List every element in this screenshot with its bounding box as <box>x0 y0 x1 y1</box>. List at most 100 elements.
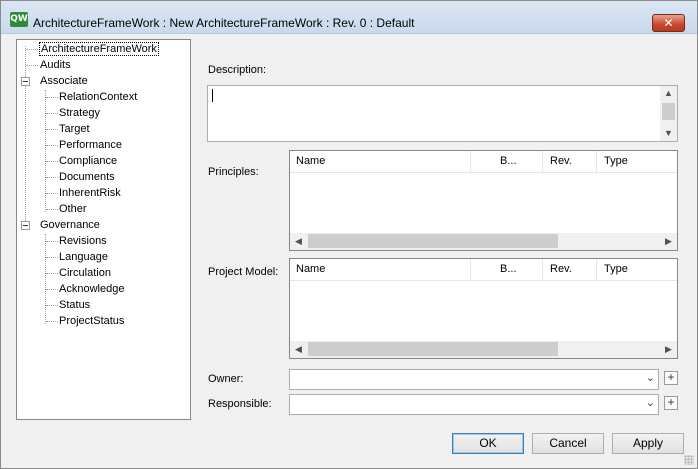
tree-connector <box>46 321 58 322</box>
scroll-left-icon[interactable]: ◀ <box>290 236 307 247</box>
responsible-combobox[interactable]: ⌄ <box>289 394 659 415</box>
tree-item-label: Governance <box>40 219 100 231</box>
column-separator <box>596 259 597 281</box>
tree-item-inherentrisk[interactable]: InherentRisk <box>59 185 121 201</box>
owner-label: Owner: <box>208 373 244 385</box>
tree-item-label: Documents <box>59 171 115 183</box>
tree-item-label: Status <box>59 299 91 311</box>
tree-connector <box>26 49 38 50</box>
tree-item-status[interactable]: Status <box>59 297 90 313</box>
tree-connector <box>46 129 58 130</box>
description-label: Description: <box>208 64 267 76</box>
tree-item-relationcontext[interactable]: RelationContext <box>59 89 137 105</box>
tree-item-language[interactable]: Language <box>59 249 108 265</box>
tree-connector <box>26 65 38 66</box>
tree-connector <box>46 257 58 258</box>
principles-grid[interactable]: Name B... Rev. Type ◀ ▶ <box>289 150 678 251</box>
principles-hscrollbar[interactable]: ◀ ▶ <box>290 233 677 250</box>
tree-item-circulation[interactable]: Circulation <box>59 265 111 281</box>
tree-item-target[interactable]: Target <box>59 121 90 137</box>
grid-header: Name B... Rev. Type <box>290 151 677 173</box>
grid-header: Name B... Rev. Type <box>290 259 677 281</box>
tree-item-architectureframework[interactable]: ArchitectureFrameWork <box>39 41 159 57</box>
column-header-type[interactable]: Type <box>604 263 628 275</box>
chevron-down-icon[interactable]: ⌄ <box>646 396 655 409</box>
tree-connector <box>46 209 58 210</box>
add-responsible-button[interactable]: + <box>664 396 678 410</box>
tree-item-performance[interactable]: Performance <box>59 137 122 153</box>
tree-item-label: Revisions <box>59 235 107 247</box>
ok-button[interactable]: OK <box>452 433 524 454</box>
title-bar[interactable]: QW ArchitectureFrameWork : New Architect… <box>1 1 697 34</box>
tree-item-strategy[interactable]: Strategy <box>59 105 100 121</box>
tree-item-audits[interactable]: Audits <box>40 57 71 73</box>
tree-connector <box>25 46 26 229</box>
project-model-grid[interactable]: Name B... Rev. Type ◀ ▶ <box>289 258 678 359</box>
tree-item-documents[interactable]: Documents <box>59 169 115 185</box>
text-caret <box>212 89 213 102</box>
scroll-right-icon[interactable]: ▶ <box>660 236 677 247</box>
tree-item-revisions[interactable]: Revisions <box>59 233 107 249</box>
tree-connector <box>46 273 58 274</box>
principles-label: Principles: <box>208 166 259 178</box>
tree-item-label: Acknowledge <box>59 283 125 295</box>
project-model-label: Project Model: <box>208 266 279 278</box>
tree-connector <box>46 177 58 178</box>
close-button[interactable]: ✕ <box>652 14 685 32</box>
column-header-rev[interactable]: Rev. <box>550 155 572 167</box>
description-scrollbar[interactable]: ▲ ▼ <box>660 86 677 141</box>
tree-item-label: Associate <box>40 75 88 87</box>
tree-item-compliance[interactable]: Compliance <box>59 153 117 169</box>
scroll-right-icon[interactable]: ▶ <box>660 344 677 355</box>
scroll-thumb[interactable] <box>308 234 558 248</box>
chevron-down-icon[interactable]: ⌄ <box>646 371 655 384</box>
scroll-down-icon[interactable]: ▼ <box>660 128 677 138</box>
owner-combobox[interactable]: ⌄ <box>289 369 659 390</box>
tree-item-label: Performance <box>59 139 122 151</box>
column-separator <box>596 151 597 173</box>
tree-item-label: Compliance <box>59 155 118 167</box>
tree-item-governance[interactable]: Governance <box>40 217 100 233</box>
column-separator <box>542 151 543 173</box>
resize-grip-icon[interactable] <box>684 455 694 465</box>
tree-item-label: Audits <box>40 59 71 71</box>
tree-connector <box>46 113 58 114</box>
tree-item-label: Language <box>59 251 108 263</box>
dialog-window: QW ArchitectureFrameWork : New Architect… <box>0 0 698 469</box>
column-separator <box>542 259 543 281</box>
column-header-b[interactable]: B... <box>500 155 517 167</box>
description-textarea[interactable]: ▲ ▼ <box>207 85 678 142</box>
tree-item-other[interactable]: Other <box>59 201 87 217</box>
tree-item-associate[interactable]: Associate <box>40 73 88 89</box>
tree-connector <box>45 234 46 324</box>
tree-connector <box>46 305 58 306</box>
apply-button[interactable]: Apply <box>612 433 684 454</box>
scroll-up-icon[interactable]: ▲ <box>660 88 677 98</box>
tree-connector <box>46 289 58 290</box>
add-owner-button[interactable]: + <box>664 371 678 385</box>
cancel-button[interactable]: Cancel <box>532 433 604 454</box>
navigation-tree[interactable]: ArchitectureFrameWork Audits Associate R… <box>16 39 191 420</box>
project-model-hscrollbar[interactable]: ◀ ▶ <box>290 341 677 358</box>
collapse-icon[interactable] <box>21 77 30 86</box>
column-separator <box>470 259 471 281</box>
scroll-thumb[interactable] <box>308 342 558 356</box>
tree-item-label: ArchitectureFrameWork <box>39 42 159 56</box>
scroll-thumb[interactable] <box>662 103 675 120</box>
app-logo-icon: QW <box>10 12 28 27</box>
tree-item-projectstatus[interactable]: ProjectStatus <box>59 313 124 329</box>
tree-item-label: Target <box>59 123 90 135</box>
column-header-type[interactable]: Type <box>604 155 628 167</box>
column-header-name[interactable]: Name <box>296 155 325 167</box>
tree-item-acknowledge[interactable]: Acknowledge <box>59 281 124 297</box>
column-header-b[interactable]: B... <box>500 263 517 275</box>
column-header-name[interactable]: Name <box>296 263 325 275</box>
collapse-icon[interactable] <box>21 221 30 230</box>
tree-item-label: ProjectStatus <box>59 315 125 327</box>
scroll-left-icon[interactable]: ◀ <box>290 344 307 355</box>
tree-connector <box>46 193 58 194</box>
column-separator <box>470 151 471 173</box>
tree-item-label: Strategy <box>59 107 100 119</box>
column-header-rev[interactable]: Rev. <box>550 263 572 275</box>
tree-item-label: Circulation <box>59 267 111 279</box>
